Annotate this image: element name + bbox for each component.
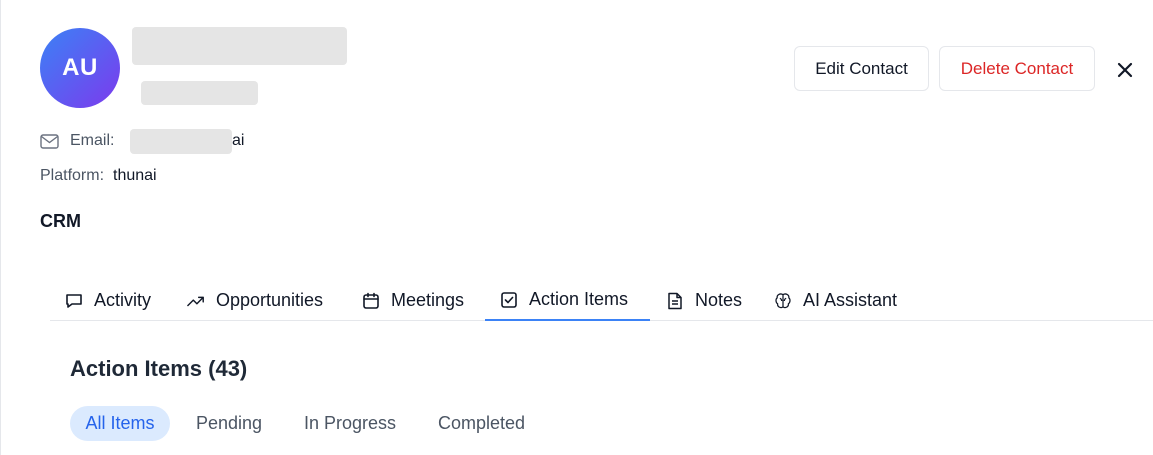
tab-label: Meetings	[391, 290, 465, 310]
brain-icon	[774, 292, 792, 310]
section-title: CRM	[40, 211, 81, 231]
close-icon[interactable]	[1113, 58, 1137, 82]
check-square-icon	[500, 291, 518, 309]
delete-contact-button[interactable]: Delete Contact	[939, 46, 1095, 91]
tab-label: Opportunities	[216, 290, 324, 310]
tab-activity[interactable]: Activity	[50, 280, 166, 321]
file-text-icon	[666, 292, 684, 310]
email-label: Email:	[70, 132, 115, 149]
tab-bar: Activity Opportunities Meetings Action I…	[50, 280, 1153, 321]
mail-icon	[40, 133, 60, 149]
contact-detail-panel: AU Edit Contact Delete Contact Email: ai…	[0, 0, 1153, 455]
tab-label: Notes	[695, 290, 743, 310]
filter-in-progress[interactable]: In Progress	[289, 406, 411, 441]
email-value-tail: ai	[232, 132, 245, 149]
message-square-icon	[65, 292, 83, 310]
tab-label: Activity	[94, 290, 152, 310]
tab-notes[interactable]: Notes	[651, 280, 757, 321]
tab-meetings[interactable]: Meetings	[347, 280, 479, 321]
platform-row: Platform: thunai	[40, 165, 157, 187]
redacted-contact-subtitle	[141, 81, 258, 105]
panel-title: Action Items (43)	[70, 356, 248, 381]
redacted-email	[130, 129, 232, 154]
avatar-initials: AU	[62, 54, 98, 81]
platform-value: thunai	[113, 167, 157, 184]
platform-label: Platform:	[40, 167, 105, 184]
trending-up-icon	[187, 292, 205, 310]
filter-completed[interactable]: Completed	[422, 406, 541, 441]
tab-action-items[interactable]: Action Items	[485, 280, 650, 321]
tab-label: AI Assistant	[803, 290, 898, 310]
filter-pending[interactable]: Pending	[181, 406, 277, 441]
calendar-icon	[362, 292, 380, 310]
tab-ai-assistant[interactable]: AI Assistant	[759, 280, 912, 321]
filter-all-items[interactable]: All Items	[70, 406, 170, 441]
tab-opportunities[interactable]: Opportunities	[172, 280, 338, 321]
email-row: Email:	[40, 130, 114, 152]
redacted-contact-name	[132, 27, 347, 65]
edit-contact-button[interactable]: Edit Contact	[794, 46, 929, 91]
tab-label: Action Items	[529, 289, 629, 309]
avatar: AU	[40, 28, 120, 108]
